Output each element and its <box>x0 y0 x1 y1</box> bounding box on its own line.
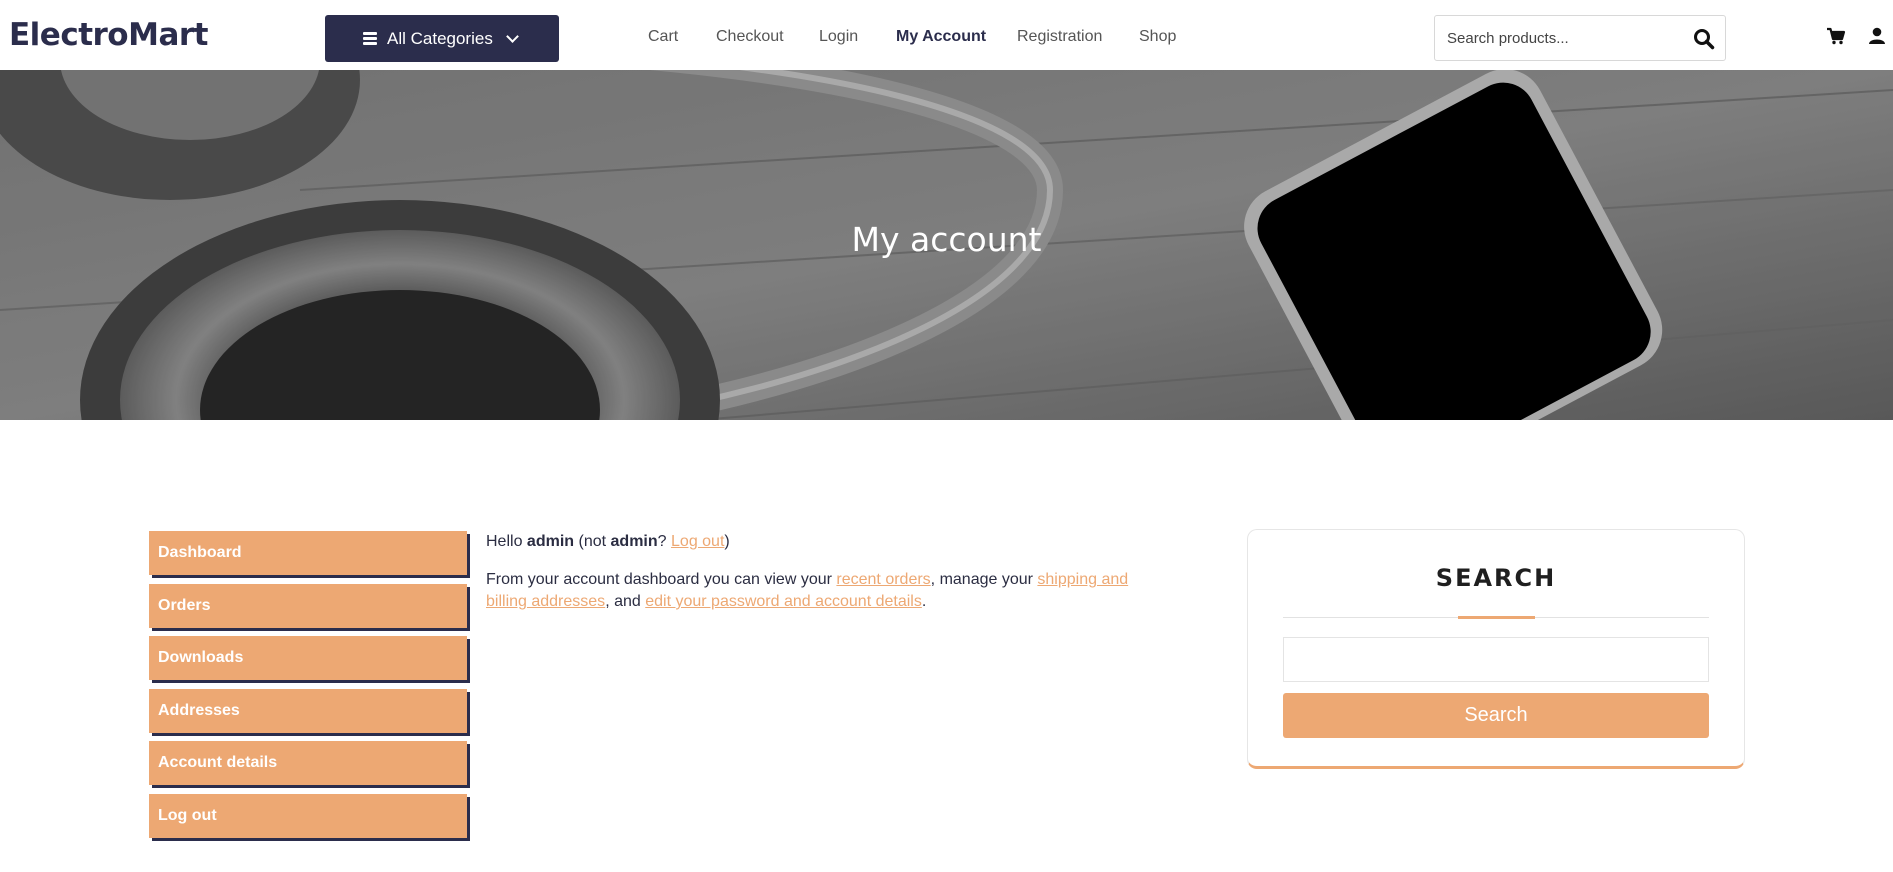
nav-item-my-account[interactable]: My Account <box>896 28 986 46</box>
nav-item-shop[interactable]: Shop <box>1139 28 1176 46</box>
logout-link[interactable]: Log out <box>671 533 724 550</box>
account-nav-account-details[interactable]: Account details <box>149 741 467 785</box>
search-input[interactable] <box>1435 16 1675 60</box>
widget-divider-accent <box>1458 616 1535 619</box>
username-not: admin <box>610 533 658 550</box>
account-nav-logout[interactable]: Log out <box>149 793 467 838</box>
recent-orders-link[interactable]: recent orders <box>836 571 930 588</box>
account-navigation: Dashboard Orders Downloads Addresses Acc… <box>149 531 467 846</box>
nav-item-login[interactable]: Login <box>819 28 858 46</box>
page-title: My account <box>851 220 1042 259</box>
bars-icon <box>363 32 377 45</box>
account-nav-downloads[interactable]: Downloads <box>149 636 467 680</box>
nav-item-registration[interactable]: Registration <box>1017 28 1102 46</box>
widget-search-button[interactable]: Search <box>1283 693 1709 738</box>
search-icon[interactable] <box>1693 28 1715 50</box>
hero-banner: My account <box>0 70 1893 420</box>
greeting-text: Hello admin (not admin? Log out) <box>486 533 730 550</box>
all-categories-button[interactable]: All Categories <box>325 15 559 62</box>
username: admin <box>526 533 575 550</box>
user-icon[interactable] <box>1868 26 1890 48</box>
search-widget: SEARCH Search <box>1247 529 1745 769</box>
account-dashboard-content: Hello admin (not admin? Log out) From yo… <box>486 531 1146 629</box>
cart-icon[interactable] <box>1826 26 1848 48</box>
site-header: ElectroMart All Categories Cart Checkout… <box>0 0 1893 70</box>
account-details-link[interactable]: edit your password and account details <box>645 593 922 610</box>
nav-item-checkout[interactable]: Checkout <box>716 28 784 46</box>
account-nav-dashboard[interactable]: Dashboard <box>149 531 467 575</box>
all-categories-label: All Categories <box>387 28 493 48</box>
header-search <box>1434 15 1726 61</box>
nav-item-cart[interactable]: Cart <box>648 28 678 46</box>
chevron-down-icon <box>505 29 519 43</box>
widget-title: SEARCH <box>1435 564 1557 592</box>
widget-search-input[interactable] <box>1283 637 1709 682</box>
dashboard-intro-text: From your account dashboard you can view… <box>486 571 1129 610</box>
site-logo[interactable]: ElectroMart <box>9 17 208 53</box>
account-nav-orders[interactable]: Orders <box>149 583 467 628</box>
account-nav-addresses[interactable]: Addresses <box>149 688 467 733</box>
